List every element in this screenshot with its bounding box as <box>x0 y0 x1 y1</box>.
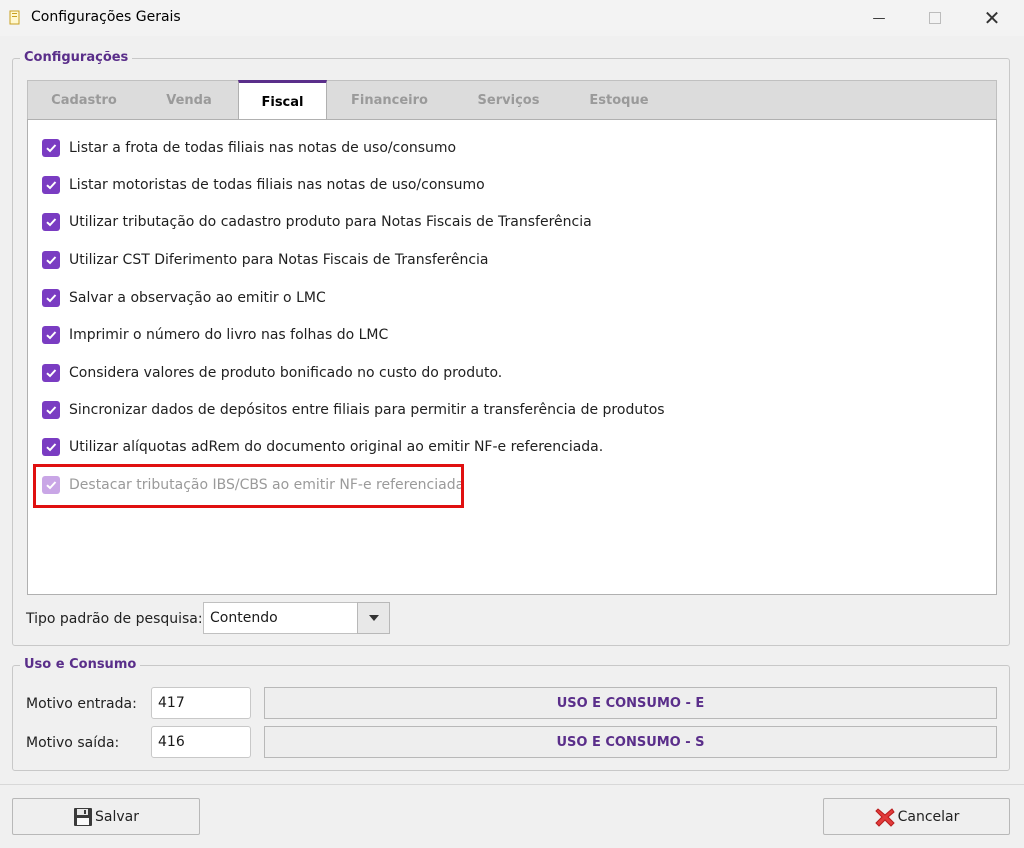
close-icon: ✕ <box>983 6 1001 30</box>
search-type-label: Tipo padrão de pesquisa: <box>26 611 203 627</box>
checkbox-imprimir-numero-livro[interactable]: Imprimir o número do livro nas folhas do… <box>42 324 388 346</box>
search-type-combo[interactable]: Contendo <box>203 602 357 634</box>
save-button[interactable]: Salvar <box>12 798 200 835</box>
motivo-entrada-code-field[interactable]: 417 <box>151 687 251 719</box>
checkbox-checked-icon[interactable] <box>42 438 60 456</box>
floppy-disk-icon <box>74 807 92 826</box>
checkbox-aliquotas-adrem[interactable]: Utilizar alíquotas adRem do documento or… <box>42 436 603 458</box>
checkbox-checked-icon[interactable] <box>42 401 60 419</box>
cancel-x-icon <box>874 807 895 827</box>
maximize-icon <box>929 12 941 24</box>
checkbox-label: Considera valores de produto bonificado … <box>69 365 503 381</box>
maximize-button[interactable] <box>906 0 964 36</box>
tab-fiscal[interactable]: Fiscal <box>238 80 327 121</box>
checkbox-label: Utilizar alíquotas adRem do documento or… <box>69 439 604 455</box>
uso-consumo-legend: Uso e Consumo <box>20 657 141 672</box>
cancel-button[interactable]: Cancelar <box>823 798 1010 835</box>
tab-venda[interactable]: Venda <box>140 80 238 120</box>
motivo-saida-code-field[interactable]: 416 <box>151 726 251 758</box>
checkbox-checked-icon[interactable] <box>42 251 60 269</box>
checkbox-label: Imprimir o número do livro nas folhas do… <box>69 327 389 343</box>
checkbox-cst-diferimento[interactable]: Utilizar CST Diferimento para Notas Fisc… <box>42 249 489 271</box>
motivo-saida-label: Motivo saída: <box>26 735 120 751</box>
checkbox-produto-bonificado[interactable]: Considera valores de produto bonificado … <box>42 362 502 384</box>
motivo-entrada-label: Motivo entrada: <box>26 696 137 712</box>
configuracoes-legend: Configurações <box>20 50 133 65</box>
window-title: Configurações Gerais <box>31 9 181 25</box>
search-type-dropdown-button[interactable] <box>357 602 390 634</box>
tab-servicos[interactable]: Serviços <box>452 80 565 120</box>
checkbox-label: Listar motoristas de todas filiais nas n… <box>69 177 485 193</box>
minimize-button[interactable]: — <box>850 0 908 36</box>
checkbox-label: Utilizar tributação do cadastro produto … <box>69 214 592 230</box>
minimize-icon: — <box>872 10 886 26</box>
checkbox-checked-icon[interactable] <box>42 176 60 194</box>
checkbox-label: Listar a frota de todas filiais nas nota… <box>69 140 457 156</box>
checkbox-checked-icon[interactable] <box>42 326 60 344</box>
tab-estoque[interactable]: Estoque <box>565 80 673 120</box>
checkbox-label: Utilizar CST Diferimento para Notas Fisc… <box>69 252 489 268</box>
highlight-box <box>33 464 464 508</box>
app-icon <box>8 10 22 26</box>
tab-cadastro[interactable]: Cadastro <box>28 80 140 120</box>
motivo-saida-description: USO E CONSUMO - S <box>264 726 997 758</box>
checkbox-tributacao-cadastro[interactable]: Utilizar tributação do cadastro produto … <box>42 211 592 233</box>
cancel-button-label: Cancelar <box>897 808 960 825</box>
footer-separator <box>0 784 1024 785</box>
checkbox-checked-icon[interactable] <box>42 213 60 231</box>
checkbox-listar-frota[interactable]: Listar a frota de todas filiais nas nota… <box>42 137 456 159</box>
tab-financeiro[interactable]: Financeiro <box>327 80 452 120</box>
checkbox-sincronizar-depositos[interactable]: Sincronizar dados de depósitos entre fil… <box>42 399 665 421</box>
motivo-entrada-description: USO E CONSUMO - E <box>264 687 997 719</box>
checkbox-salvar-observacao[interactable]: Salvar a observação ao emitir o LMC <box>42 287 326 309</box>
checkbox-label: Sincronizar dados de depósitos entre fil… <box>69 402 665 418</box>
save-button-label: Salvar <box>95 808 139 825</box>
checkbox-listar-motoristas[interactable]: Listar motoristas de todas filiais nas n… <box>42 174 485 196</box>
close-button[interactable]: ✕ <box>963 0 1021 36</box>
chevron-down-icon <box>368 615 379 621</box>
checkbox-checked-icon[interactable] <box>42 364 60 382</box>
checkbox-checked-icon[interactable] <box>42 139 60 157</box>
checkbox-label: Salvar a observação ao emitir o LMC <box>69 290 326 306</box>
checkbox-checked-icon[interactable] <box>42 289 60 307</box>
